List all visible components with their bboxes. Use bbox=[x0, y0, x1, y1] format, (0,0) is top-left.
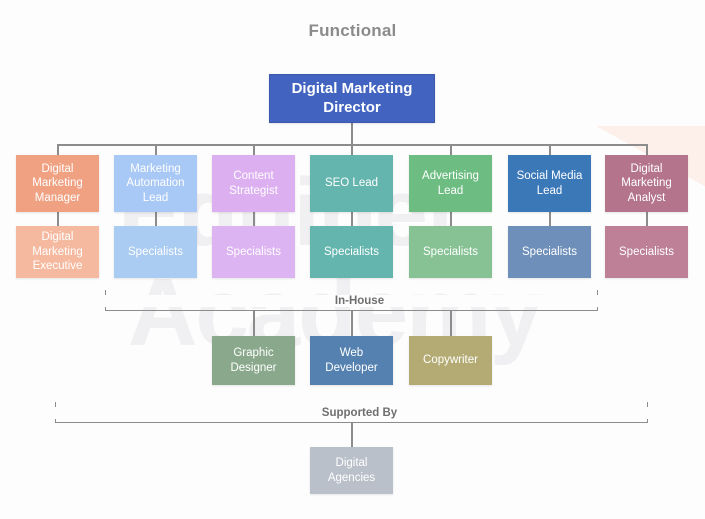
node-label: Specialists bbox=[324, 245, 379, 258]
node-advertising-lead: Advertising Lead bbox=[409, 155, 492, 212]
node-digital-marketing-manager: Digital Marketing Manager bbox=[16, 155, 99, 212]
node-specialists-social-media: Specialists bbox=[508, 226, 591, 278]
connector-supported-by-drop bbox=[351, 423, 353, 447]
node-label: Social Media Lead bbox=[516, 170, 583, 197]
node-digital-marketing-director: Digital Marketing Director bbox=[269, 74, 435, 123]
node-social-media-lead: Social Media Lead bbox=[508, 155, 591, 212]
node-digital-agencies: Digital Agencies bbox=[310, 447, 393, 494]
node-specialists-advertising: Specialists bbox=[409, 226, 492, 278]
connector-drop-col-4 bbox=[351, 144, 353, 155]
node-seo-lead: SEO Lead bbox=[310, 155, 393, 212]
node-label: Specialists bbox=[128, 245, 183, 258]
node-label: Digital Agencies bbox=[327, 457, 376, 484]
node-label: Graphic Designer bbox=[230, 347, 277, 374]
node-label: Advertising Lead bbox=[422, 170, 479, 197]
connector-drop-col-5 bbox=[450, 144, 452, 155]
connector-lead-to-sub-7 bbox=[646, 212, 648, 226]
connector-in-house-drop-2 bbox=[351, 311, 353, 336]
node-specialists-content: Specialists bbox=[212, 226, 295, 278]
node-digital-marketing-analyst: Digital Marketing Analyst bbox=[605, 155, 688, 212]
connector-lead-to-sub-1 bbox=[57, 212, 59, 226]
connector-drop-col-7 bbox=[646, 144, 648, 155]
node-content-strategist: Content Strategist bbox=[212, 155, 295, 212]
node-label: Digital Marketing Executive bbox=[32, 231, 83, 273]
node-marketing-automation-lead: Marketing Automation Lead bbox=[114, 155, 197, 212]
node-label: Specialists bbox=[619, 245, 674, 258]
connector-lead-to-sub-5 bbox=[450, 212, 452, 226]
bracket-label-supported-by: Supported By bbox=[55, 407, 664, 419]
node-label: Content Strategist bbox=[229, 170, 278, 197]
node-label: Specialists bbox=[423, 245, 478, 258]
node-label: Specialists bbox=[522, 245, 577, 258]
connector-drop-col-2 bbox=[155, 144, 157, 155]
node-graphic-designer: Graphic Designer bbox=[212, 336, 295, 385]
node-label: Web Developer bbox=[325, 347, 378, 374]
page-title: Functional bbox=[308, 21, 397, 40]
node-label: Digital Marketing Director bbox=[291, 79, 413, 116]
node-label: Digital Marketing Analyst bbox=[621, 162, 672, 204]
connector-drop-col-6 bbox=[549, 144, 551, 155]
connector-lead-to-sub-3 bbox=[253, 212, 255, 226]
node-label: Copywriter bbox=[423, 354, 478, 367]
bracket-label-in-house: In-House bbox=[105, 295, 614, 307]
node-specialists-seo: Specialists bbox=[310, 226, 393, 278]
connector-lead-to-sub-2 bbox=[155, 212, 157, 226]
org-chart-canvas: Equinet Equinet Academy Academy Function… bbox=[0, 0, 705, 519]
node-label: Digital Marketing Manager bbox=[32, 162, 83, 204]
connector-in-house-drop-3 bbox=[450, 311, 452, 336]
node-web-developer: Web Developer bbox=[310, 336, 393, 385]
node-label: Specialists bbox=[226, 245, 281, 258]
node-specialists-marketing-automation: Specialists bbox=[114, 226, 197, 278]
connector-lead-to-sub-4 bbox=[351, 212, 353, 226]
connector-drop-col-3 bbox=[253, 144, 255, 155]
node-copywriter: Copywriter bbox=[409, 336, 492, 385]
node-specialists-analyst: Specialists bbox=[605, 226, 688, 278]
connector-in-house-drop-1 bbox=[253, 311, 255, 336]
connector-lead-to-sub-6 bbox=[549, 212, 551, 226]
node-label: SEO Lead bbox=[324, 177, 379, 190]
connector-root-drop bbox=[351, 123, 353, 145]
node-digital-marketing-executive: Digital Marketing Executive bbox=[16, 226, 99, 278]
connector-drop-col-1 bbox=[57, 144, 59, 155]
node-label: Marketing Automation Lead bbox=[126, 162, 185, 204]
